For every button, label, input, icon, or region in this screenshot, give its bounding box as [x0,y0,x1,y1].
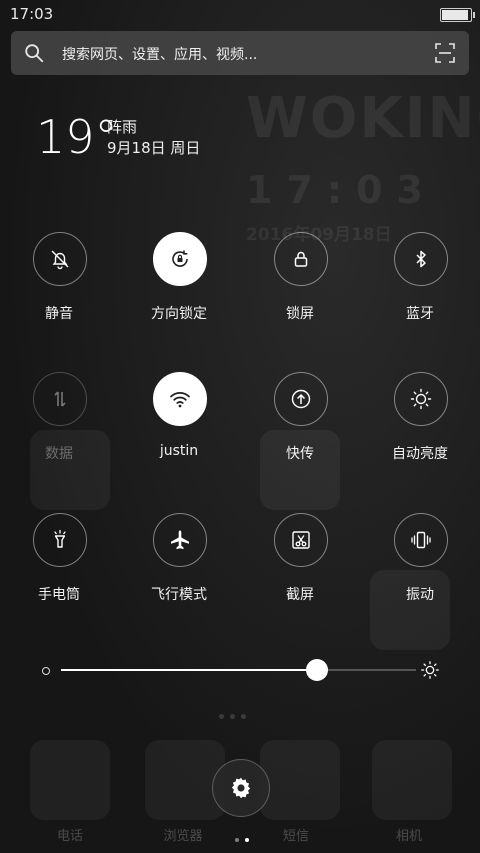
lock-icon [294,251,308,267]
toggle-label: 手电筒 [38,587,80,603]
toggle-circle[interactable] [394,372,448,426]
brightness-low-icon [42,667,50,675]
toggle-label: 数据 [45,446,73,462]
wifi-icon [170,392,190,408]
toggle-airplane-mode[interactable]: 飞行模式 [125,513,235,603]
dock-label-browser: 浏览器 [163,829,203,844]
settings-button[interactable] [212,759,270,817]
toggle-circle[interactable] [274,372,328,426]
brightness-thumb[interactable] [306,659,328,681]
weather-temperature: 19° [36,110,118,164]
wallpaper-clock: 17:03 [246,168,437,212]
vibrate-icon [411,531,431,549]
wallpaper-page-dots [216,704,249,723]
status-bar: 17:03 [0,0,480,28]
bluetooth-icon [416,250,426,268]
search-placeholder: 搜索网页、设置、应用、视频... [62,47,258,63]
toggle-label: 截屏 [286,587,314,603]
battery-tip [473,12,475,18]
bell-off-icon [51,250,69,270]
toggle-label: 飞行模式 [151,587,207,603]
toggle-circle[interactable] [394,232,448,286]
weather-date: 9月18日 周日 [107,139,201,157]
data-arrows-icon [54,391,66,407]
status-time: 17:03 [10,5,54,23]
toggle-circle[interactable] [33,372,87,426]
wallpaper-app-shadow [260,740,340,820]
dock-label-phone: 电话 [56,829,83,844]
toggle-quick-transfer[interactable]: 快传 [246,372,356,462]
transfer-icon [291,389,311,409]
screenshot-icon [292,531,310,549]
airplane-icon [171,530,189,550]
toggle-lock-screen[interactable]: 锁屏 [246,232,356,322]
wallpaper-app-shadow [30,740,110,820]
toggle-circle[interactable] [153,513,207,567]
toggle-label: 方向锁定 [151,306,207,322]
toggle-circle[interactable] [394,513,448,567]
gear-icon [231,777,251,799]
toggle-bluetooth[interactable]: 蓝牙 [366,232,476,322]
toggle-circle[interactable] [33,513,87,567]
toggle-mobile-data[interactable]: 数据 [5,372,115,462]
battery-fill [442,10,468,20]
toggle-label: 锁屏 [286,306,314,322]
brightness-fill [61,669,317,671]
brightness-high-icon [421,661,439,679]
rotation-lock-icon [172,250,188,267]
toggle-label: 振动 [406,587,434,603]
panel-page-indicator [232,827,252,846]
toggle-auto-brightness[interactable]: 自动亮度 [366,372,476,462]
toggle-circle[interactable] [153,232,207,286]
brightness-track[interactable] [61,669,416,671]
toggle-label: justin [159,443,199,459]
toggle-wifi[interactable]: justin [125,372,235,462]
dock-label-messages: 短信 [282,829,309,844]
toggle-label: 快传 [286,446,314,462]
toggle-flashlight[interactable]: 手电筒 [5,513,115,603]
toggle-screenshot[interactable]: 截屏 [246,513,356,603]
weather-condition: 阵雨 [107,118,138,136]
search-icon [25,44,44,63]
toggle-circle[interactable] [274,513,328,567]
toggle-circle[interactable] [33,232,87,286]
flashlight-icon [54,529,66,548]
toggle-rotation-lock[interactable]: 方向锁定 [125,232,235,322]
toggle-vibrate[interactable]: 振动 [366,513,476,603]
wallpaper-app-shadow [372,740,452,820]
brightness-slider[interactable] [36,654,446,686]
battery-icon [440,8,475,22]
sun-icon [410,388,432,410]
toggle-label: 自动亮度 [392,446,448,462]
wallpaper-logo: WOKING [246,86,480,151]
toggle-label: 静音 [45,306,73,322]
toggle-circle[interactable] [274,232,328,286]
dock-label-camera: 相机 [395,829,422,844]
toggle-circle[interactable] [153,372,207,426]
scan-icon[interactable] [435,43,455,63]
toggle-label: 蓝牙 [406,306,434,322]
search-bar[interactable]: 搜索网页、设置、应用、视频... [11,31,469,75]
toggle-mute[interactable]: 静音 [5,232,115,322]
